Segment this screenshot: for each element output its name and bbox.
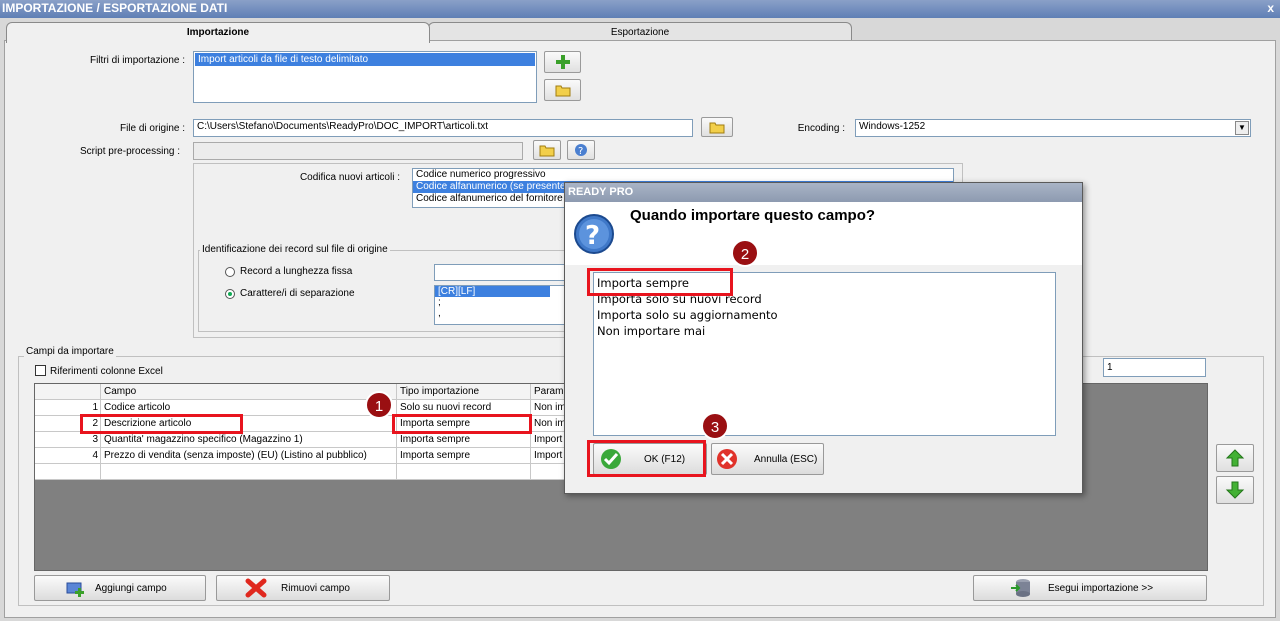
run-import-label: Esegui importazione >>: [1048, 582, 1154, 594]
separator-radio[interactable]: [225, 289, 235, 299]
table-cell[interactable]: Prezzo di vendita (senza imposte) (EU) (…: [101, 448, 397, 464]
table-cell[interactable]: Non im: [531, 400, 565, 416]
cancel-icon: [717, 449, 737, 469]
column-header[interactable]: Campo: [101, 384, 397, 400]
delete-icon: [245, 578, 267, 598]
option-item[interactable]: Non importare mai: [597, 323, 1052, 339]
filters-label: Filtri di importazione :: [89, 55, 185, 66]
table-cell[interactable]: [101, 464, 397, 480]
codifica-item[interactable]: Codice numerico progressivo: [413, 169, 953, 181]
encoding-select[interactable]: Windows-1252 ▼: [855, 119, 1251, 137]
browse-origin-button[interactable]: [701, 117, 733, 137]
dialog-question: Quando importare questo campo?: [630, 207, 876, 224]
separator-label: Carattere/i di separazione: [240, 288, 355, 299]
fixed-length-label: Record a lunghezza fissa: [240, 266, 353, 277]
step-badge: 2: [731, 239, 759, 267]
filter-item[interactable]: Import articoli da file di testo delimit…: [195, 53, 535, 66]
column-header[interactable]: Tipo importazione: [397, 384, 531, 400]
chevron-down-icon[interactable]: ▼: [1235, 121, 1249, 135]
table-cell[interactable]: Import: [531, 448, 565, 464]
table-cell[interactable]: Quantita' magazzino specifico (Magazzino…: [101, 432, 397, 448]
encoding-value: Windows-1252: [859, 121, 926, 132]
separator-list[interactable]: [CR][LF] ; ,: [434, 285, 566, 325]
add-field-icon: [66, 582, 84, 597]
excel-checkbox[interactable]: [35, 365, 46, 376]
cancel-button[interactable]: Annulla (ESC): [711, 443, 824, 475]
table-cell[interactable]: [531, 464, 565, 480]
fixed-length-field[interactable]: [434, 264, 566, 281]
encoding-label: Encoding :: [797, 123, 845, 134]
table-cell[interactable]: Importa sempre: [397, 448, 531, 464]
move-down-button[interactable]: [1216, 476, 1254, 504]
excel-label: Riferimenti colonne Excel: [50, 366, 163, 377]
row-number: 3: [35, 432, 101, 448]
close-icon[interactable]: x: [1267, 0, 1274, 17]
browse-script-button[interactable]: [533, 140, 561, 160]
separator-item[interactable]: ;: [435, 297, 565, 308]
table-cell[interactable]: Import: [531, 432, 565, 448]
help-script-button[interactable]: ?: [567, 140, 595, 160]
tab-esportazione[interactable]: Esportazione: [428, 22, 852, 42]
run-import-button[interactable]: Esegui importazione >>: [973, 575, 1207, 601]
svg-text:?: ?: [578, 146, 583, 157]
add-filter-button[interactable]: [544, 51, 581, 73]
svg-text:?: ?: [585, 221, 600, 251]
help-icon: ?: [575, 144, 587, 157]
highlight-box: [80, 414, 243, 434]
add-field-button[interactable]: Aggiungi campo: [34, 575, 206, 601]
separator-item[interactable]: ,: [435, 308, 565, 319]
tab-importazione[interactable]: Importazione: [6, 22, 430, 43]
remove-field-button[interactable]: Rimuovi campo: [216, 575, 390, 601]
fixed-length-radio[interactable]: [225, 267, 235, 277]
cancel-label: Annulla (ESC): [754, 453, 818, 465]
table-cell[interactable]: [397, 464, 531, 480]
arrow-up-icon: [1225, 449, 1245, 467]
plus-icon: [555, 55, 570, 69]
database-import-icon: [1011, 579, 1030, 597]
highlight-box: [392, 414, 532, 434]
question-icon: ?: [574, 214, 614, 254]
highlight-box: [587, 268, 733, 296]
origin-field[interactable]: C:\Users\Stefano\Documents\ReadyPro\DOC_…: [193, 119, 693, 137]
remove-field-label: Rimuovi campo: [281, 582, 350, 594]
step-badge: 3: [701, 412, 729, 440]
table-cell[interactable]: Importa sempre: [397, 432, 531, 448]
options-list[interactable]: Importa sempre Importa solo su nuovi rec…: [593, 272, 1056, 436]
table-cell[interactable]: Non im: [531, 416, 565, 432]
row-number-header: [35, 384, 101, 400]
ident-title: Identificazione dei record sul file di o…: [200, 244, 390, 255]
move-up-button[interactable]: [1216, 444, 1254, 472]
folder-icon: [555, 85, 570, 97]
codifica-label: Codifica nuovi articoli :: [299, 172, 400, 183]
add-field-label: Aggiungi campo: [95, 582, 167, 594]
row-number: [35, 464, 101, 480]
dialog-title: READY PRO: [565, 183, 1082, 202]
option-item[interactable]: Importa solo su aggiornamento: [597, 307, 1052, 323]
start-row-field[interactable]: 1: [1103, 358, 1206, 377]
folder-icon: [709, 122, 725, 134]
origin-label: File di origine :: [119, 123, 185, 134]
arrow-down-icon: [1225, 481, 1245, 499]
separator-item[interactable]: [CR][LF]: [435, 286, 550, 297]
script-label: Script pre-processing :: [79, 146, 180, 157]
campi-title: Campi da importare: [24, 346, 116, 357]
filters-list[interactable]: Import articoli da file di testo delimit…: [193, 51, 537, 103]
folder-icon: [539, 145, 555, 157]
script-field[interactable]: [193, 142, 523, 160]
highlight-box: [587, 440, 706, 477]
row-number: 4: [35, 448, 101, 464]
window-title: IMPORTAZIONE / ESPORTAZIONE DATI: [0, 0, 1280, 18]
column-header[interactable]: Param: [531, 384, 565, 400]
open-filter-button[interactable]: [544, 79, 581, 101]
step-badge: 1: [365, 391, 393, 419]
